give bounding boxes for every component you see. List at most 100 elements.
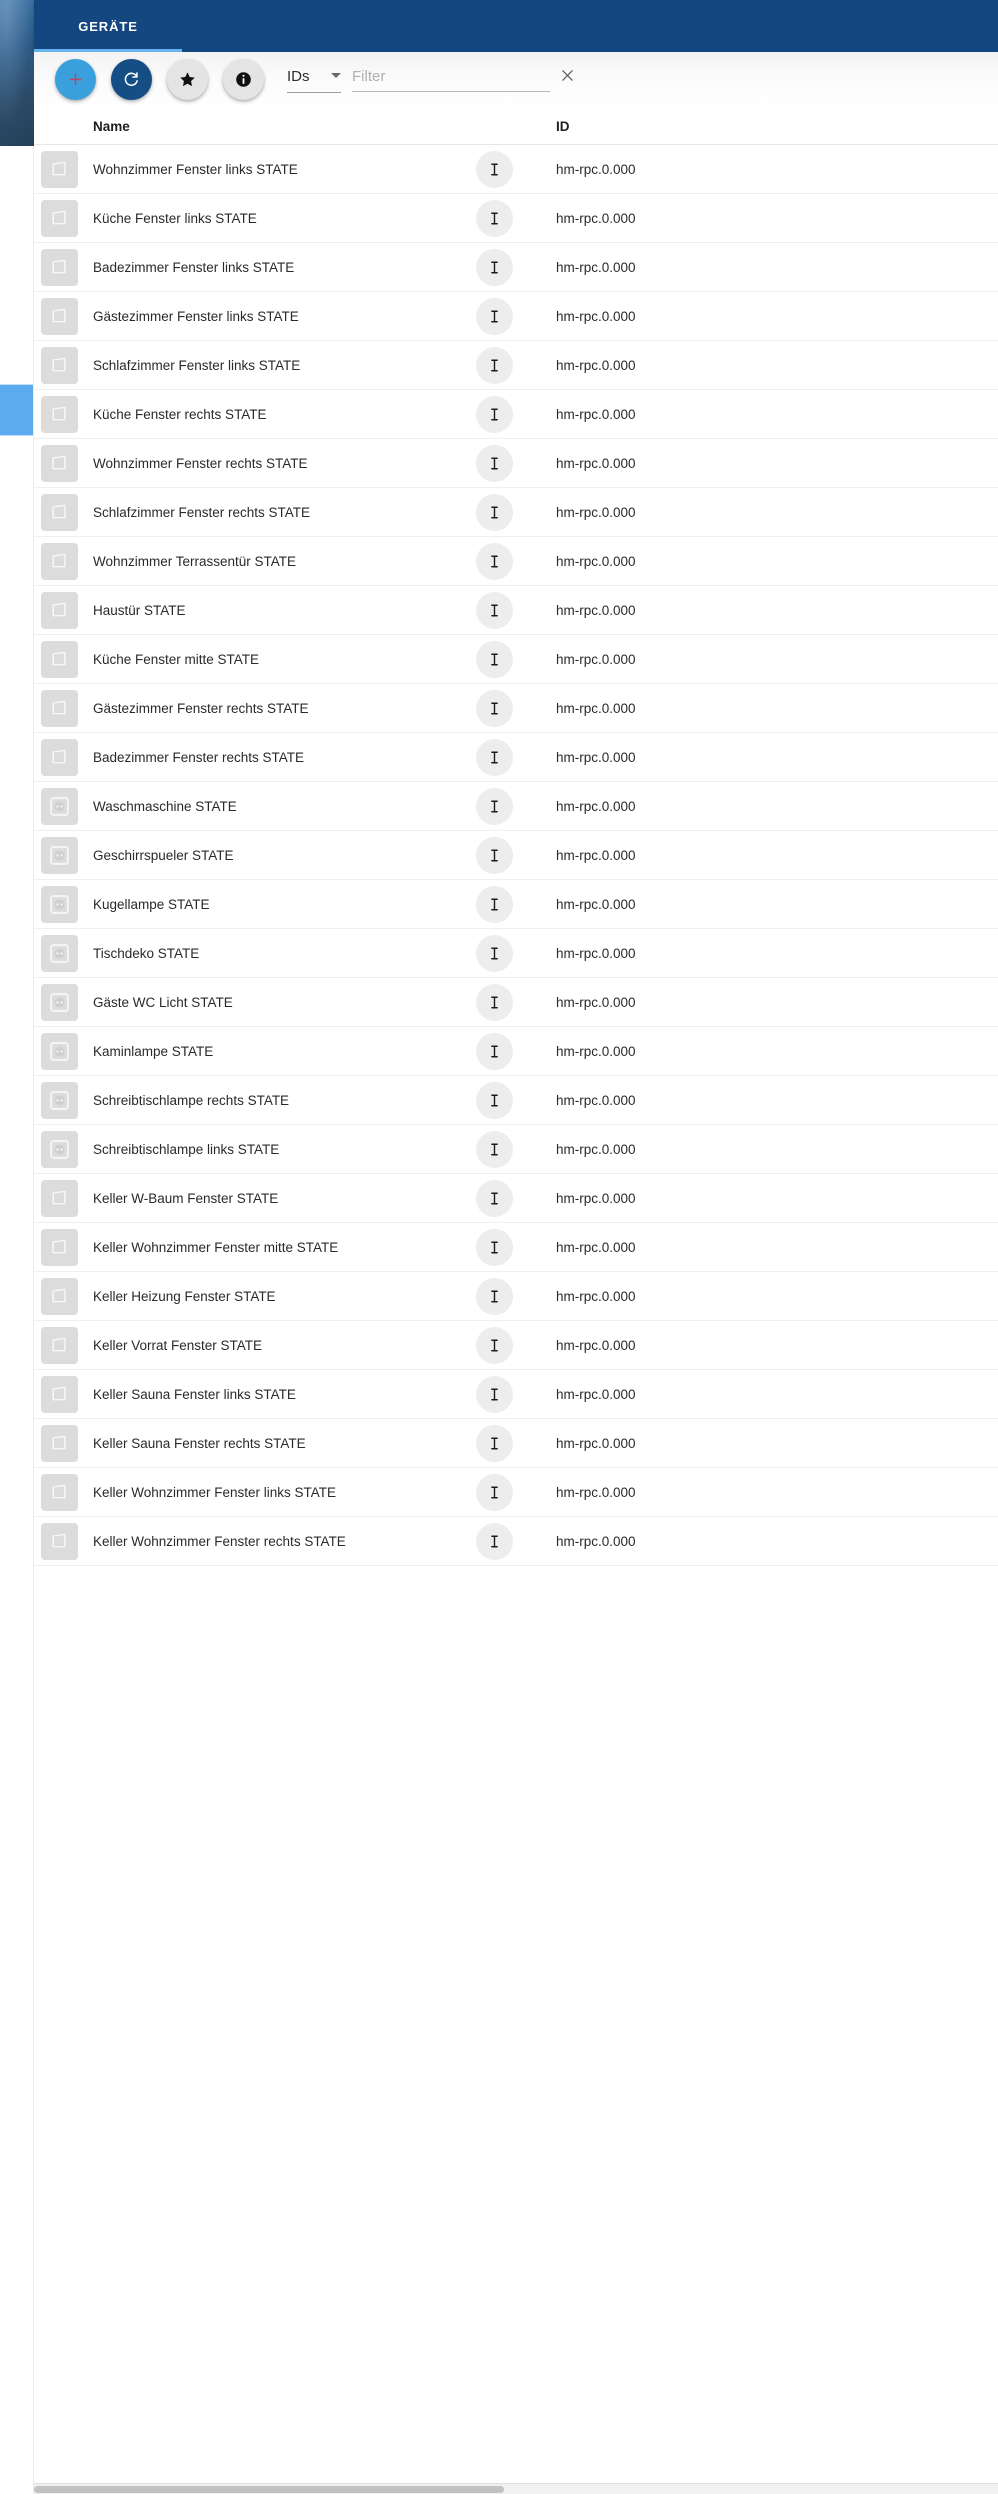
table-row[interactable]: Küche Fenster links STATE hm-rpc.0.000	[34, 194, 998, 243]
text-cursor-icon[interactable]	[476, 1376, 513, 1413]
table-row[interactable]: Keller Sauna Fenster links STATE hm-rpc.0…	[34, 1370, 998, 1419]
favorites-button[interactable]	[167, 59, 208, 100]
sidebar-item-objects-selected[interactable]	[0, 384, 33, 436]
text-cursor-icon[interactable]	[476, 151, 513, 188]
table-row[interactable]: Haustür STATE hm-rpc.0.000	[34, 586, 998, 635]
text-cursor-icon[interactable]	[476, 1278, 513, 1315]
table-row[interactable]: Keller W-Baum Fenster STATE hm-rpc.0.000	[34, 1174, 998, 1223]
table-row[interactable]: Waschmaschine STATE hm-rpc.0.000	[34, 782, 998, 831]
table-header-row: Name ID	[34, 109, 998, 145]
text-cursor-icon[interactable]	[476, 1033, 513, 1070]
row-id: hm-rpc.0.000	[556, 994, 636, 1010]
row-id: hm-rpc.0.000	[556, 1533, 636, 1549]
sidebar-rail[interactable]	[0, 146, 34, 2494]
column-header-id: ID	[556, 119, 570, 134]
row-name: Gästezimmer Fenster rechts STATE	[93, 700, 309, 716]
text-cursor-icon[interactable]	[476, 1474, 513, 1511]
add-button[interactable]	[55, 59, 96, 100]
refresh-button[interactable]	[111, 59, 152, 100]
text-cursor-icon[interactable]	[476, 690, 513, 727]
row-name: Badezimmer Fenster links STATE	[93, 259, 295, 275]
row-name: Wohnzimmer Fenster links STATE	[93, 161, 298, 177]
text-cursor-icon[interactable]	[476, 984, 513, 1021]
power-socket-icon	[41, 837, 78, 874]
text-cursor-icon[interactable]	[476, 347, 513, 384]
table-row[interactable]: Keller Wohnzimmer Fenster mitte STATE hm-…	[34, 1223, 998, 1272]
text-cursor-icon[interactable]	[476, 935, 513, 972]
text-cursor-icon[interactable]	[476, 445, 513, 482]
table-row[interactable]: Badezimmer Fenster links STATE hm-rpc.0.0…	[34, 243, 998, 292]
text-cursor-icon[interactable]	[476, 200, 513, 237]
tab-geraete[interactable]: GERÄTE	[34, 0, 182, 52]
row-id: hm-rpc.0.000	[556, 1386, 636, 1402]
table-row[interactable]: Kugellampe STATE hm-rpc.0.000	[34, 880, 998, 929]
app-root: GERÄTE IDs Filter Name ID Wohnzimmer Fen…	[0, 0, 998, 2494]
row-name: Keller W-Baum Fenster STATE	[93, 1190, 279, 1206]
text-cursor-icon[interactable]	[476, 249, 513, 286]
text-cursor-icon[interactable]	[476, 1425, 513, 1462]
table-row[interactable]: Gäste WC Licht STATE hm-rpc.0.000	[34, 978, 998, 1027]
table-row[interactable]: Schlafzimmer Fenster links STATE hm-rpc.0…	[34, 341, 998, 390]
filter-input[interactable]	[352, 68, 550, 92]
table-row[interactable]: Geschirrspueler STATE hm-rpc.0.000	[34, 831, 998, 880]
table-row[interactable]: Küche Fenster rechts STATE hm-rpc.0.000	[34, 390, 998, 439]
table-row[interactable]: Keller Vorrat Fenster STATE hm-rpc.0.000	[34, 1321, 998, 1370]
text-cursor-icon[interactable]	[476, 1082, 513, 1119]
window-sensor-icon	[41, 1229, 78, 1266]
refresh-icon	[123, 71, 140, 88]
table-row[interactable]: Keller Heizung Fenster STATE hm-rpc.0.000	[34, 1272, 998, 1321]
table-row[interactable]: Wohnzimmer Fenster rechts STATE hm-rpc.0.…	[34, 439, 998, 488]
power-socket-icon	[41, 1082, 78, 1119]
window-sensor-icon	[41, 249, 78, 286]
row-name: Keller Heizung Fenster STATE	[93, 1288, 276, 1304]
text-cursor-icon[interactable]	[476, 886, 513, 923]
table-row[interactable]: Badezimmer Fenster rechts STATE hm-rpc.0.…	[34, 733, 998, 782]
text-cursor-icon[interactable]	[476, 739, 513, 776]
plus-icon	[68, 72, 83, 87]
filter-column-select[interactable]: IDs	[287, 68, 341, 93]
text-cursor-icon[interactable]	[476, 1327, 513, 1364]
text-cursor-icon[interactable]	[476, 494, 513, 531]
table-row[interactable]: Küche Fenster mitte STATE hm-rpc.0.000	[34, 635, 998, 684]
text-cursor-icon[interactable]	[476, 788, 513, 825]
table-row[interactable]: Schreibtischlampe links STATE hm-rpc.0.00…	[34, 1125, 998, 1174]
row-id: hm-rpc.0.000	[556, 357, 636, 373]
text-cursor-icon[interactable]	[476, 1131, 513, 1168]
table-row[interactable]: Wohnzimmer Terrassentür STATE hm-rpc.0.00…	[34, 537, 998, 586]
text-cursor-icon[interactable]	[476, 592, 513, 629]
table-row[interactable]: Keller Wohnzimmer Fenster links STATE hm-…	[34, 1468, 998, 1517]
row-id: hm-rpc.0.000	[556, 1092, 636, 1108]
row-name: Wohnzimmer Fenster rechts STATE	[93, 455, 308, 471]
table-row[interactable]: Keller Sauna Fenster rechts STATE hm-rpc.…	[34, 1419, 998, 1468]
row-name: Schlafzimmer Fenster links STATE	[93, 357, 301, 373]
horizontal-scrollbar[interactable]	[34, 2483, 998, 2494]
window-sensor-icon	[41, 1278, 78, 1315]
table-row[interactable]: Tischdeko STATE hm-rpc.0.000	[34, 929, 998, 978]
row-id: hm-rpc.0.000	[556, 847, 636, 863]
power-socket-icon	[41, 788, 78, 825]
row-id: hm-rpc.0.000	[556, 749, 636, 765]
table-row[interactable]: Gästezimmer Fenster links STATE hm-rpc.0.…	[34, 292, 998, 341]
text-cursor-icon[interactable]	[476, 1523, 513, 1560]
row-id: hm-rpc.0.000	[556, 798, 636, 814]
table-row[interactable]: Kaminlampe STATE hm-rpc.0.000	[34, 1027, 998, 1076]
text-cursor-icon[interactable]	[476, 298, 513, 335]
table-row[interactable]: Gästezimmer Fenster rechts STATE hm-rpc.0…	[34, 684, 998, 733]
table-row[interactable]: Schreibtischlampe rechts STATE hm-rpc.0.0…	[34, 1076, 998, 1125]
text-cursor-icon[interactable]	[476, 396, 513, 433]
text-cursor-icon[interactable]	[476, 641, 513, 678]
info-button[interactable]	[223, 59, 264, 100]
row-name: Keller Sauna Fenster links STATE	[93, 1386, 296, 1402]
table-row[interactable]: Wohnzimmer Fenster links STATE hm-rpc.0.0…	[34, 145, 998, 194]
horizontal-scrollbar-thumb[interactable]	[34, 2486, 504, 2493]
table-row[interactable]: Keller Wohnzimmer Fenster rechts STATE hm…	[34, 1517, 998, 1566]
chevron-down-icon	[331, 73, 341, 78]
text-cursor-icon[interactable]	[476, 1229, 513, 1266]
text-cursor-icon[interactable]	[476, 543, 513, 580]
table-row[interactable]: Schlafzimmer Fenster rechts STATE hm-rpc.…	[34, 488, 998, 537]
clear-filter-button[interactable]	[554, 65, 580, 91]
text-cursor-icon[interactable]	[476, 1180, 513, 1217]
window-sensor-icon	[41, 494, 78, 531]
power-socket-icon	[41, 1131, 78, 1168]
text-cursor-icon[interactable]	[476, 837, 513, 874]
